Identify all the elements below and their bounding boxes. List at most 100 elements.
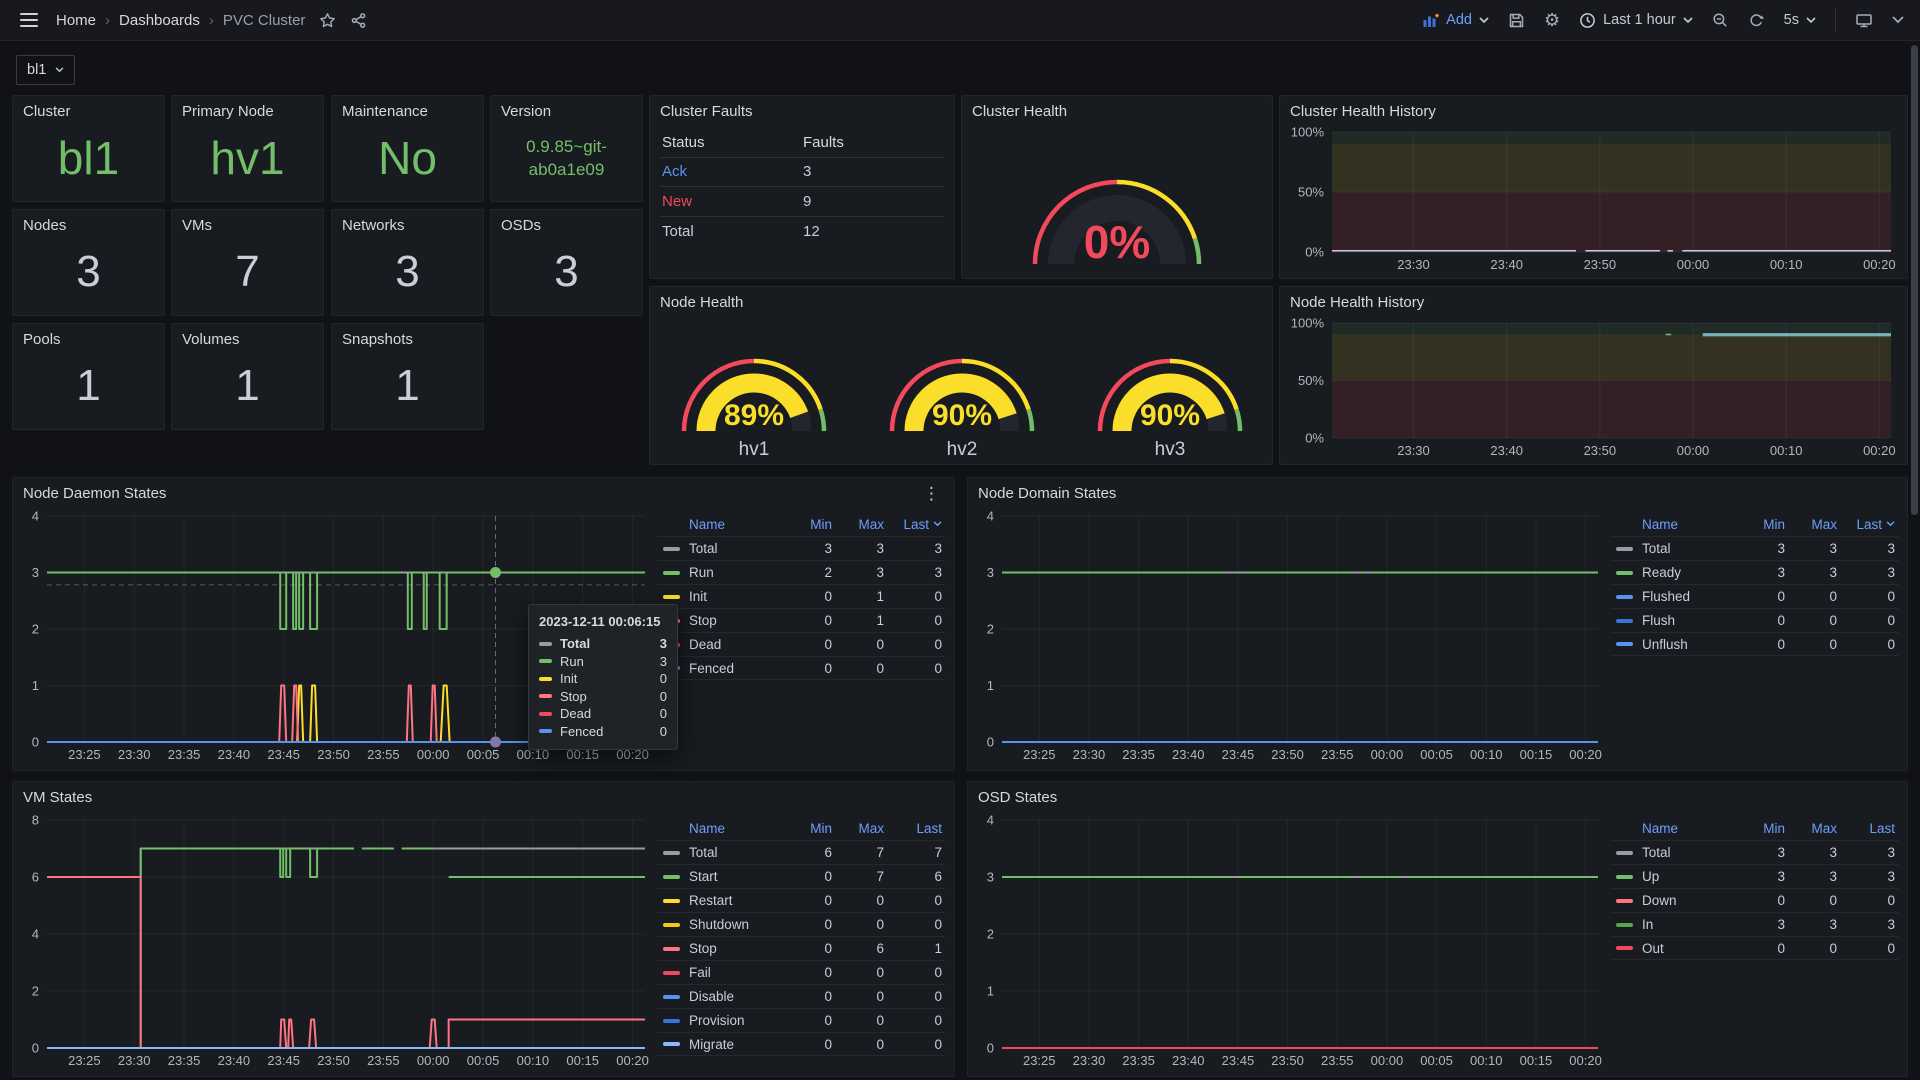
fault-status: Ack	[662, 163, 803, 180]
column-header-min[interactable]: Min	[1737, 517, 1789, 532]
legend-series-run[interactable]: Run	[658, 565, 784, 580]
dashboard-settings-gear-icon[interactable]: ⚙	[1544, 11, 1560, 29]
legend-series-total[interactable]: Total	[658, 845, 784, 860]
legend-series-flush[interactable]: Flush	[1611, 613, 1737, 628]
panel-title[interactable]: OSD States	[968, 782, 1907, 808]
legend-series-ready[interactable]: Ready	[1611, 565, 1737, 580]
legend-value-last: 3	[888, 541, 946, 556]
panel-title[interactable]: VMs	[172, 210, 323, 236]
panel-title[interactable]: Node Domain States	[968, 478, 1907, 504]
osd-states-chart[interactable]: 0123423:2523:3023:3523:4023:4523:5023:55…	[974, 810, 1608, 1070]
panel-title[interactable]: Node Health History	[1280, 287, 1907, 313]
legend-series-flushed[interactable]: Flushed	[1611, 589, 1737, 604]
cluster-health-history-chart[interactable]: 0%50%100%23:3023:4023:5000:0000:1000:20	[1286, 122, 1901, 274]
template-variable-cluster-select[interactable]: bl1	[16, 55, 75, 85]
svg-text:23:40: 23:40	[1490, 443, 1523, 458]
menu-toggle-icon[interactable]	[16, 9, 42, 31]
svg-text:23:50: 23:50	[317, 747, 350, 762]
column-header-last[interactable]: Last	[1841, 517, 1899, 532]
legend-value-last: 3	[1841, 845, 1899, 860]
legend-series-up[interactable]: Up	[1611, 869, 1737, 884]
svg-text:00:20: 00:20	[1863, 257, 1896, 272]
column-header-name[interactable]: Name	[1611, 821, 1737, 836]
svg-text:23:35: 23:35	[168, 1053, 201, 1068]
panel-title[interactable]: VM States	[13, 782, 954, 808]
column-header-max[interactable]: Max	[1789, 821, 1841, 836]
legend-series-init[interactable]: Init	[658, 589, 784, 604]
nav-more-chevron-icon[interactable]	[1892, 16, 1904, 24]
column-header-name[interactable]: Name	[1611, 517, 1737, 532]
vm-states-chart[interactable]: 0246823:2523:3023:3523:4023:4523:5023:55…	[19, 810, 655, 1070]
breadcrumb-home[interactable]: Home	[56, 12, 96, 29]
gauge-svg: 90%hv2	[858, 311, 1066, 463]
legend-series-provision[interactable]: Provision	[658, 1013, 784, 1028]
legend-series-out[interactable]: Out	[1611, 941, 1737, 956]
svg-text:23:25: 23:25	[68, 1053, 101, 1068]
column-header-last[interactable]: Last	[1841, 821, 1899, 836]
legend-series-stop[interactable]: Stop	[658, 941, 784, 956]
panel-title[interactable]: Volumes	[172, 324, 323, 350]
column-header-max[interactable]: Max	[836, 517, 888, 532]
panel-title[interactable]: Pools	[13, 324, 164, 350]
legend-series-in[interactable]: In	[1611, 917, 1737, 932]
panel-title[interactable]: OSDs	[491, 210, 642, 236]
refresh-icon[interactable]	[1748, 12, 1765, 29]
panel-title[interactable]: Node Daemon States	[13, 478, 954, 504]
svg-text:4: 4	[32, 927, 39, 942]
series-color-dash	[539, 729, 552, 733]
panel-menu-kebab-icon[interactable]: ⋮	[919, 483, 944, 504]
node-health-history-chart[interactable]: 0%50%100%23:3023:4023:5000:0000:1000:20	[1286, 313, 1901, 460]
legend-value-last: 7	[888, 845, 946, 860]
column-header-min[interactable]: Min	[1737, 821, 1789, 836]
time-range-picker[interactable]: Last 1 hour	[1579, 12, 1693, 29]
legend-series-unflush[interactable]: Unflush	[1611, 637, 1737, 652]
panel-title[interactable]: Cluster Health History	[1280, 96, 1907, 122]
page-scrollbar-thumb[interactable]	[1911, 45, 1918, 515]
svg-text:00:10: 00:10	[1770, 257, 1803, 272]
share-icon[interactable]	[350, 12, 367, 29]
panel-title[interactable]: Primary Node	[172, 96, 323, 122]
panel-title[interactable]: Cluster Health	[962, 96, 1272, 122]
column-header-last[interactable]: Last	[888, 821, 946, 836]
tv-mode-icon[interactable]	[1855, 12, 1873, 29]
legend-value-max: 0	[836, 1013, 888, 1028]
zoom-out-time-icon[interactable]	[1712, 12, 1729, 29]
legend-series-total[interactable]: Total	[1611, 845, 1737, 860]
panel-cluster-health-history: Cluster Health History 0%50%100%23:3023:…	[1279, 95, 1908, 279]
panel-title[interactable]: Cluster Faults	[650, 96, 954, 122]
favorite-star-icon[interactable]	[319, 12, 336, 29]
legend-series-migrate[interactable]: Migrate	[658, 1037, 784, 1052]
node-domain-states-chart[interactable]: 0123423:2523:3023:3523:4023:4523:5023:55…	[974, 506, 1608, 764]
save-dashboard-icon[interactable]	[1508, 12, 1525, 29]
panel-title[interactable]: Networks	[332, 210, 483, 236]
column-header-min[interactable]: Min	[784, 821, 836, 836]
column-header-name[interactable]: Name	[658, 517, 784, 532]
svg-text:1: 1	[987, 984, 994, 999]
column-header-min[interactable]: Min	[784, 517, 836, 532]
panel-title[interactable]: Node Health	[650, 287, 1272, 313]
column-header-name[interactable]: Name	[658, 821, 784, 836]
column-header-max[interactable]: Max	[836, 821, 888, 836]
legend-series-total[interactable]: Total	[1611, 541, 1737, 556]
legend-series-fail[interactable]: Fail	[658, 965, 784, 980]
refresh-interval-picker[interactable]: 5s	[1784, 12, 1816, 28]
legend-row-total: Total333	[658, 536, 946, 560]
panel-title[interactable]: Version	[491, 96, 642, 122]
legend-series-disable[interactable]: Disable	[658, 989, 784, 1004]
legend-series-start[interactable]: Start	[658, 869, 784, 884]
panel-title[interactable]: Maintenance	[332, 96, 483, 122]
legend-series-restart[interactable]: Restart	[658, 893, 784, 908]
panel-title[interactable]: Cluster	[13, 96, 164, 122]
svg-text:23:30: 23:30	[1073, 747, 1106, 762]
legend-series-shutdown[interactable]: Shutdown	[658, 917, 784, 932]
panel-title[interactable]: Nodes	[13, 210, 164, 236]
column-header-max[interactable]: Max	[1789, 517, 1841, 532]
column-header-last[interactable]: Last	[888, 517, 946, 532]
panel-title[interactable]: Snapshots	[332, 324, 483, 350]
legend-series-total[interactable]: Total	[658, 541, 784, 556]
breadcrumb-dashboards[interactable]: Dashboards	[119, 12, 200, 29]
svg-text:3: 3	[987, 565, 994, 580]
legend-series-down[interactable]: Down	[1611, 893, 1737, 908]
add-panel-button[interactable]: Add	[1423, 12, 1489, 28]
stat-value: 1	[172, 352, 323, 421]
